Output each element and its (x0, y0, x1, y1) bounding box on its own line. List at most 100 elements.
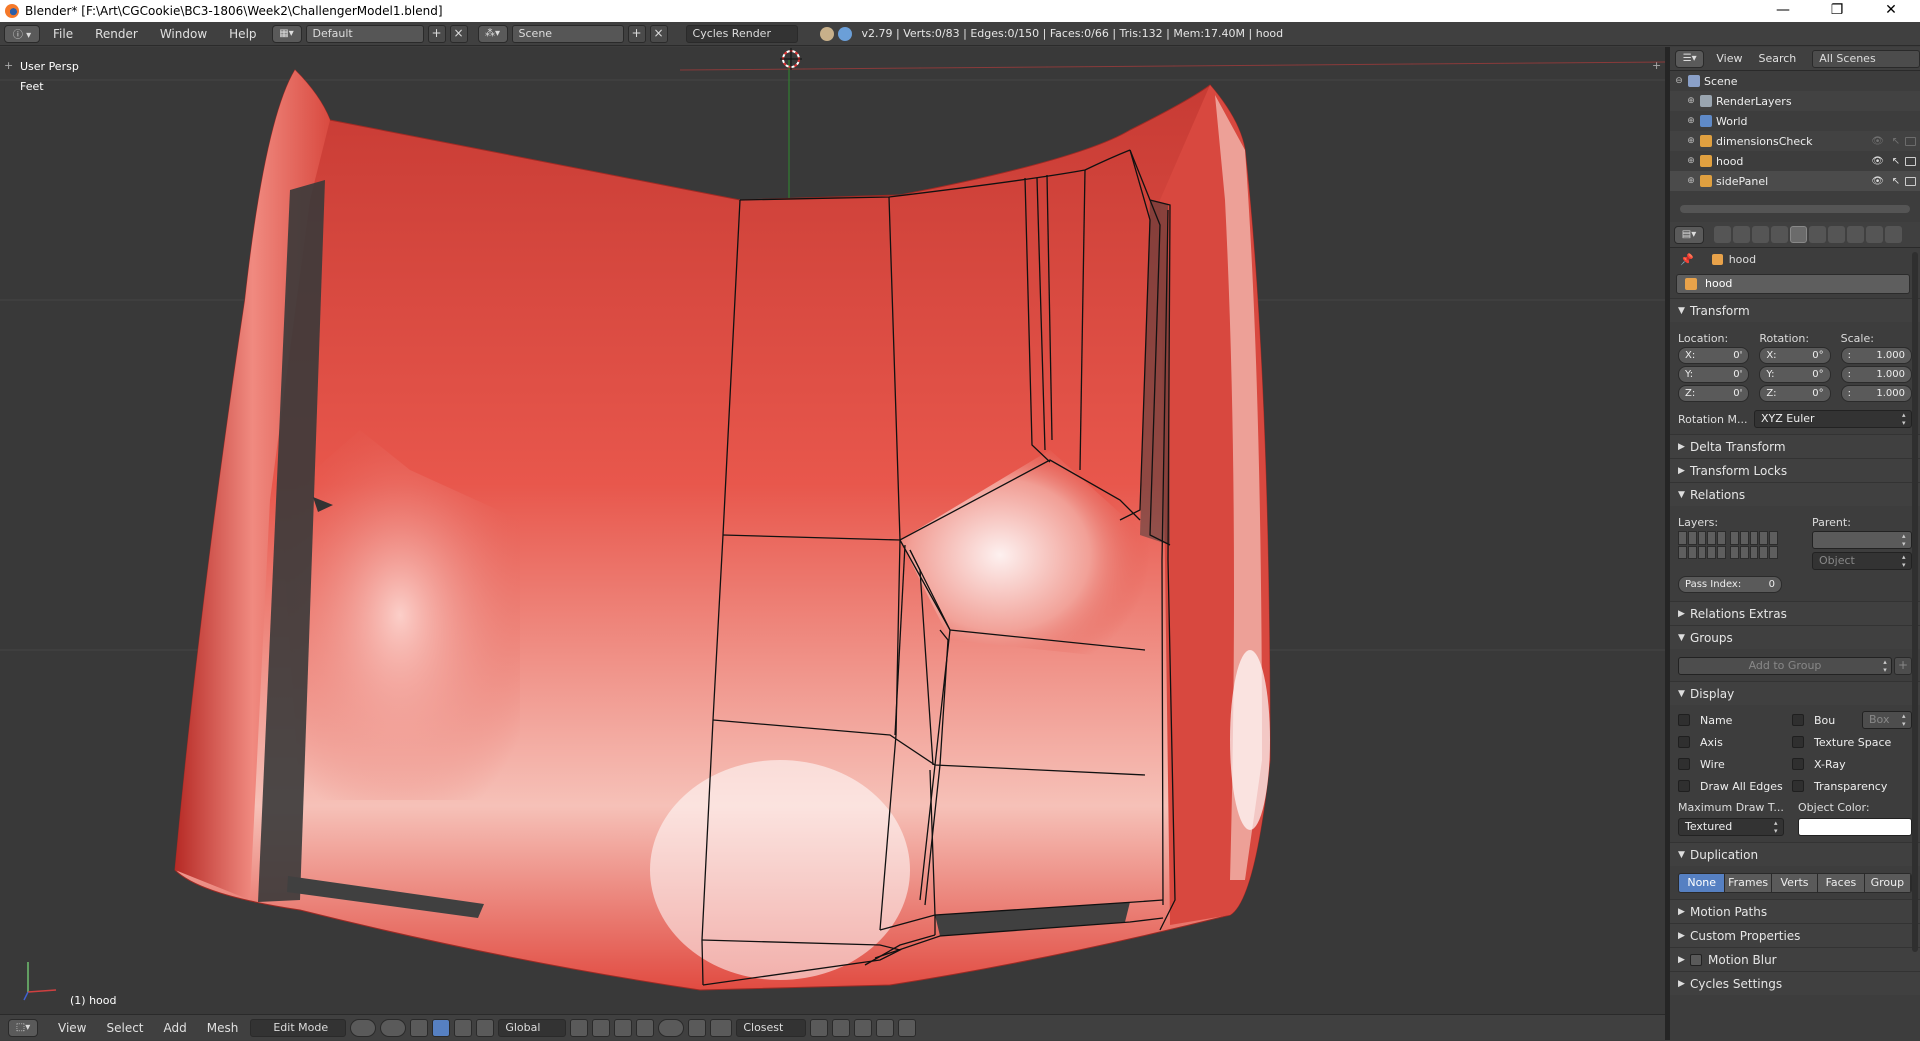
pin-icon[interactable]: 📌 (1680, 253, 1694, 266)
snap-element-icon[interactable] (710, 1018, 733, 1037)
renderability-camera-icon[interactable] (1905, 176, 1916, 186)
duplication-option-verts[interactable]: Verts (1771, 874, 1819, 892)
remove-scene-icon[interactable]: × (649, 24, 668, 43)
renderability-camera-icon[interactable] (1905, 136, 1916, 146)
menu-file[interactable]: File (44, 22, 82, 46)
scale-y-field[interactable]: : 1.000 (1840, 366, 1912, 383)
scene-field[interactable]: Scene (511, 24, 624, 43)
menu-mesh[interactable]: Mesh (199, 1015, 247, 1041)
show-bounds-checkbox[interactable]: Bou Box (1792, 709, 1912, 731)
pivot-point-icon[interactable] (380, 1018, 407, 1037)
expand-toggle-icon[interactable]: ⊕ (1686, 116, 1696, 126)
motion-blur-checkbox[interactable] (1690, 953, 1702, 966)
editor-type-outliner-icon[interactable]: ☰▾ (1675, 49, 1705, 68)
duplication-option-faces[interactable]: Faces (1818, 874, 1865, 892)
location-x-field[interactable]: X: 0' (1678, 347, 1750, 364)
relations-extras-panel-header[interactable]: ▶ Relations Extras (1670, 601, 1920, 625)
texture-space-checkbox[interactable]: Texture Space (1792, 731, 1912, 753)
outliner-item[interactable]: ⊕ World (1670, 111, 1920, 131)
outliner-item-label[interactable]: hood (1716, 155, 1743, 168)
editor-type-properties-icon[interactable]: ▤▾ (1674, 225, 1704, 244)
limit-selection-icon[interactable] (636, 1018, 655, 1037)
texture-context-icon[interactable] (1885, 226, 1902, 243)
expand-toggle-icon[interactable]: ⊕ (1686, 136, 1696, 146)
draw-all-edges-checkbox[interactable]: Draw All Edges (1678, 775, 1792, 797)
transform-orientation-dropdown[interactable]: Global (498, 1018, 567, 1037)
outliner-item-label[interactable]: RenderLayers (1716, 95, 1792, 108)
scene-context-icon[interactable] (1752, 226, 1769, 243)
outliner-item-label[interactable]: World (1716, 115, 1748, 128)
properties-scrollbar[interactable] (1912, 252, 1918, 952)
outliner-item[interactable]: ⊕ sidePanel 👁 ↖ (1670, 171, 1920, 191)
3d-viewport[interactable]: User Persp Feet (1) hood + + (0, 47, 1665, 1014)
menu-window[interactable]: Window (151, 22, 216, 46)
rotation-z-field[interactable]: Z: 0° (1759, 385, 1831, 402)
groups-panel-header[interactable]: ▼ Groups (1670, 625, 1920, 649)
pass-index-field[interactable]: Pass Index: 0 (1678, 576, 1782, 593)
custom-properties-panel-header[interactable]: ▶ Custom Properties (1670, 923, 1920, 947)
close-button[interactable]: ✕ (1868, 0, 1914, 22)
menu-render[interactable]: Render (86, 22, 147, 46)
face-select-icon[interactable] (614, 1018, 633, 1037)
rotation-x-field[interactable]: X: 0° (1759, 347, 1831, 364)
outliner-display-mode-dropdown[interactable]: All Scenes (1812, 49, 1920, 68)
location-y-field[interactable]: Y: 0' (1678, 366, 1750, 383)
data-context-icon[interactable] (1847, 226, 1864, 243)
viewport-canvas[interactable] (0, 47, 1665, 1014)
outliner-item-label[interactable]: sidePanel (1716, 175, 1768, 188)
transform-panel-header[interactable]: ▼ Transform (1670, 298, 1920, 322)
xray-checkbox[interactable]: X-Ray (1792, 753, 1912, 775)
3d-cursor-icon[interactable] (780, 48, 802, 70)
outliner-item[interactable]: ⊕ hood 👁 ↖ (1670, 151, 1920, 171)
selectability-cursor-icon[interactable]: ↖ (1892, 176, 1900, 187)
outliner-item[interactable]: ⊕ dimensionsCheck 👁 ↖ (1670, 131, 1920, 151)
location-z-field[interactable]: Z: 0' (1678, 385, 1750, 402)
viewport-shading-icon[interactable] (350, 1018, 377, 1037)
parent-field[interactable] (1812, 531, 1912, 549)
menu-add[interactable]: Add (156, 1015, 195, 1041)
vertex-select-icon[interactable] (570, 1018, 589, 1037)
remove-screen-icon[interactable]: × (449, 24, 468, 43)
outliner-item-label[interactable]: Scene (1704, 75, 1738, 88)
outliner-item-label[interactable]: dimensionsCheck (1716, 135, 1813, 148)
editor-type-info-icon[interactable]: ⓘ ▾ (4, 24, 40, 43)
material-context-icon[interactable] (1866, 226, 1883, 243)
screen-layout-field[interactable]: Default (305, 24, 424, 43)
modifiers-context-icon[interactable] (1828, 226, 1845, 243)
visibility-eye-icon[interactable]: 👁 (1871, 156, 1884, 167)
rotation-y-field[interactable]: Y: 0° (1759, 366, 1831, 383)
cycles-settings-panel-header[interactable]: ▶ Cycles Settings (1670, 971, 1920, 995)
render-layers-context-icon[interactable] (1733, 226, 1750, 243)
viewport-render-icon[interactable] (898, 1018, 917, 1037)
menu-help[interactable]: Help (220, 22, 265, 46)
outliner-scrollbar[interactable] (1680, 205, 1910, 213)
expand-toggle-icon[interactable]: ⊕ (1686, 96, 1696, 106)
outliner-menu-view[interactable]: View (1712, 47, 1746, 71)
rotate-manipulator-icon[interactable] (454, 1018, 473, 1037)
transparency-checkbox[interactable]: Transparency (1792, 775, 1912, 797)
outliner-menu-search[interactable]: Search (1754, 47, 1800, 71)
menu-view[interactable]: View (50, 1015, 94, 1041)
scale-z-field[interactable]: : 1.000 (1840, 385, 1912, 402)
show-axis-checkbox[interactable]: Axis (1678, 731, 1792, 753)
hood-mesh[interactable] (174, 69, 1271, 991)
translate-manipulator-icon[interactable] (432, 1018, 451, 1037)
add-screen-icon[interactable]: + (427, 24, 446, 43)
visibility-eye-icon[interactable]: 👁 (1871, 176, 1884, 187)
add-group-icon[interactable]: + (1894, 657, 1912, 675)
visibility-eye-icon[interactable]: 👁 (1871, 136, 1884, 147)
menu-select[interactable]: Select (98, 1015, 151, 1041)
edge-select-icon[interactable] (592, 1018, 611, 1037)
max-draw-type-dropdown[interactable]: Textured (1678, 818, 1784, 836)
toolshelf-toggle-icon[interactable]: + (4, 59, 13, 72)
render-engine-dropdown[interactable]: Cycles Render (685, 24, 798, 43)
snap-target-dropdown[interactable]: Closest (736, 1018, 807, 1037)
outliner-item[interactable]: ⊕ RenderLayers (1670, 91, 1920, 111)
manipulator-toggle-icon[interactable] (410, 1018, 429, 1037)
add-scene-icon[interactable]: + (627, 24, 646, 43)
duplication-option-frames[interactable]: Frames (1725, 874, 1772, 892)
expand-toggle-icon[interactable]: ⊕ (1686, 176, 1696, 186)
rotation-mode-dropdown[interactable]: XYZ Euler (1754, 410, 1912, 428)
render-context-icon[interactable] (1714, 226, 1731, 243)
expand-toggle-icon[interactable]: ⊖ (1674, 76, 1684, 86)
